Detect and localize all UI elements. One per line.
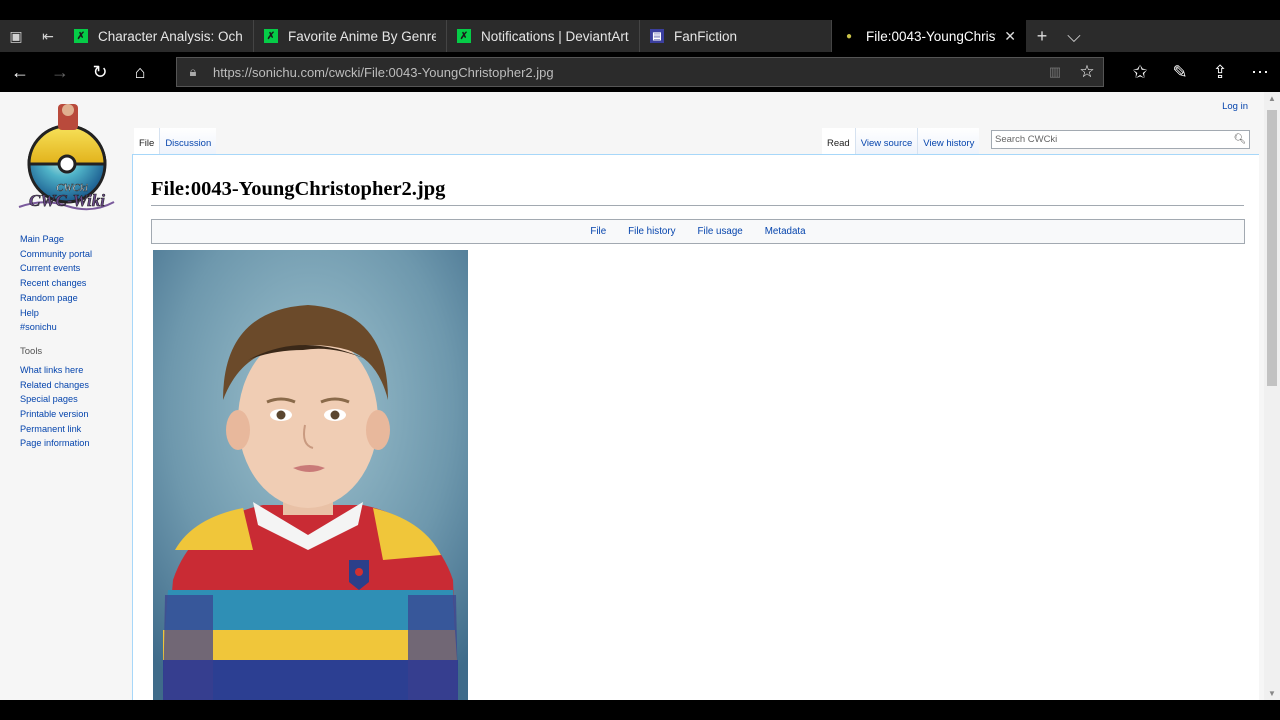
deviantart-icon: ✗ (74, 29, 88, 43)
back-icon[interactable]: ← (0, 52, 40, 92)
sidebar-item-current-events[interactable]: Current events (20, 261, 130, 276)
filetoc-file[interactable]: File (590, 226, 606, 237)
search-placeholder: Search CWCki (995, 134, 1058, 145)
set-tabs-aside-icon[interactable]: ⇤ (32, 20, 64, 52)
sidebar-item-printable-version[interactable]: Printable version (20, 407, 130, 422)
tab-character-analysis[interactable]: ✗ Character Analysis: Ochako (64, 20, 254, 52)
scroll-up-icon[interactable]: ▲ (1264, 94, 1280, 103)
home-icon[interactable]: ⌂ (120, 52, 160, 92)
sidebar-item-special-pages[interactable]: Special pages (20, 392, 130, 407)
address-url[interactable]: https://sonichu.com/cwcki/File:0043-Youn… (209, 65, 1039, 80)
tab-cwcki-file[interactable]: ● File:0043-YoungChriste ✕ (832, 20, 1026, 52)
sidebar-item-permanent-link[interactable]: Permanent link (20, 422, 130, 437)
sidebar-item-main-page[interactable]: Main Page (20, 232, 130, 247)
filetoc-metadata[interactable]: Metadata (765, 226, 806, 237)
filetoc-file-history[interactable]: File history (628, 226, 675, 237)
sidebar-item-random-page[interactable]: Random page (20, 291, 130, 306)
sidebar-item-page-information[interactable]: Page information (20, 436, 130, 451)
tab-list-chevron-icon[interactable]: ⌵ (1058, 20, 1090, 52)
sidebar-item-what-links-here[interactable]: What links here (20, 363, 130, 378)
navigation-bar: ← → ↻ ⌂ 🔒︎ https://sonichu.com/cwcki/Fil… (0, 52, 1280, 92)
vertical-scrollbar[interactable]: ▲ ▼ (1264, 92, 1280, 700)
more-options-icon[interactable]: ⋯ (1240, 52, 1280, 92)
tab-bar: ▣ ⇤ ✗ Character Analysis: Ochako ✗ Favor… (0, 20, 1280, 52)
sidebar-navigation: Main Page Community portal Current event… (20, 232, 130, 451)
page-title: File:0043-YoungChristopher2.jpg (151, 178, 1244, 206)
window-bottom-strip (0, 700, 1280, 720)
forward-icon[interactable]: → (40, 52, 80, 92)
tab-read[interactable]: Read (822, 128, 855, 154)
tab-notifications[interactable]: ✗ Notifications | DeviantArt (447, 20, 640, 52)
tab-overview-icon[interactable]: ▣ (0, 20, 32, 52)
web-page: CWC-Wiki CWCki Main Page Community porta… (0, 92, 1264, 700)
file-toc: File File history File usage Metadata (151, 219, 1245, 244)
cwcki-logo[interactable]: CWC-Wiki CWCki (14, 102, 120, 214)
tab-bar-spacer (1090, 20, 1280, 52)
view-tabs: Read View source View history (822, 128, 980, 154)
browser-toolbar-right: ✩ ✎ ⇪ ⋯ (1120, 52, 1280, 92)
sidebar-item-help[interactable]: Help (20, 306, 130, 321)
search-input[interactable]: Search CWCki 🔍︎ (991, 130, 1250, 149)
tab-fanfiction[interactable]: ▤ FanFiction (640, 20, 832, 52)
log-in-link[interactable]: Log in (1222, 101, 1248, 112)
window-top-strip (0, 0, 1280, 20)
deviantart-icon: ✗ (457, 29, 471, 43)
sidebar-item-community-portal[interactable]: Community portal (20, 247, 130, 262)
scrollbar-thumb[interactable] (1267, 110, 1277, 386)
sidebar-item-recent-changes[interactable]: Recent changes (20, 276, 130, 291)
user-links: Log in (1222, 101, 1248, 112)
new-tab-button[interactable]: + (1026, 20, 1058, 52)
sidebar-item-related-changes[interactable]: Related changes (20, 378, 130, 393)
filetoc-file-usage[interactable]: File usage (698, 226, 743, 237)
logo-text: CWCki (56, 182, 88, 194)
cwcki-icon: ● (845, 30, 853, 42)
sidebar-tools-heading: Tools (20, 345, 43, 357)
scroll-down-icon[interactable]: ▼ (1264, 689, 1280, 698)
tab-discussion[interactable]: Discussion (159, 128, 217, 154)
tab-file[interactable]: File (134, 128, 160, 154)
sidebar-item-sonichu[interactable]: #sonichu (20, 320, 130, 335)
address-bar[interactable]: 🔒︎ https://sonichu.com/cwcki/File:0043-Y… (176, 57, 1104, 87)
refresh-icon[interactable]: ↻ (80, 52, 120, 92)
favorite-star-icon[interactable]: ☆ (1071, 62, 1103, 82)
tab-view-source[interactable]: View source (854, 128, 918, 154)
favorites-hub-icon[interactable]: ✩ (1120, 52, 1160, 92)
lock-icon: 🔒︎ (189, 64, 197, 79)
share-icon[interactable]: ⇪ (1200, 52, 1240, 92)
close-tab-icon[interactable]: ✕ (1004, 28, 1016, 45)
reading-view-icon[interactable]: ▥ (1039, 64, 1071, 80)
fanfiction-icon: ▤ (650, 29, 664, 43)
file-image[interactable] (153, 250, 468, 700)
search-icon[interactable]: 🔍︎ (1231, 134, 1249, 145)
web-note-pen-icon[interactable]: ✎ (1160, 52, 1200, 92)
tab-view-history[interactable]: View history (917, 128, 980, 154)
namespace-tabs: File Discussion (134, 128, 217, 154)
deviantart-icon: ✗ (264, 29, 278, 43)
tab-favorite-anime[interactable]: ✗ Favorite Anime By Genre b (254, 20, 447, 52)
